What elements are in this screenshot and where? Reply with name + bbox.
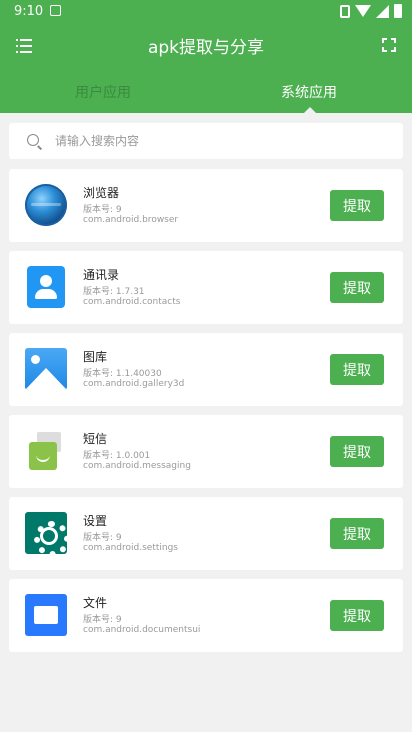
tab-bar: 用户应用 系统应用: [0, 78, 412, 113]
app-list-item[interactable]: 文件 版本号: 9 com.android.documentsui 提取: [9, 579, 403, 652]
app-list-item[interactable]: 通讯录 版本号: 1.7.31 com.android.contacts 提取: [9, 251, 403, 324]
extract-button[interactable]: 提取: [330, 354, 384, 385]
app-version: 版本号: 9: [83, 205, 122, 215]
app-package: com.android.settings: [83, 543, 178, 553]
extract-button[interactable]: 提取: [330, 600, 384, 631]
app-package: com.android.gallery3d: [83, 379, 185, 389]
vibrate-icon: [340, 4, 350, 18]
app-package: com.android.contacts: [83, 297, 181, 307]
app-version: 版本号: 1.0.001: [83, 451, 151, 461]
status-icons: [340, 4, 402, 18]
search-input[interactable]: [55, 131, 385, 151]
scan-icon[interactable]: [382, 38, 396, 52]
app-name: 浏览器: [83, 186, 120, 200]
app-package: com.android.browser: [83, 215, 179, 225]
signal-icon: [376, 4, 389, 18]
app-package: com.android.documentsui: [83, 625, 201, 635]
app-list-item[interactable]: 短信 版本号: 1.0.001 com.android.messaging 提取: [9, 415, 403, 488]
battery-icon: [394, 4, 402, 18]
toolbar: apk提取与分享: [0, 24, 412, 68]
tab-system-apps[interactable]: 系统应用: [206, 82, 412, 102]
wifi-icon: [355, 5, 371, 17]
app-name: 设置: [83, 514, 108, 528]
notification-icon: [50, 5, 61, 16]
page-title: apk提取与分享: [147, 38, 265, 58]
app-version: 版本号: 9: [83, 533, 122, 543]
app-name: 文件: [83, 596, 108, 610]
app-list-item[interactable]: 浏览器 版本号: 9 com.android.browser 提取: [9, 169, 403, 242]
app-name: 短信: [83, 432, 108, 446]
app-version: 版本号: 1.1.40030: [83, 369, 162, 379]
app-name: 通讯录: [83, 268, 120, 282]
app-bar: 9:10 apk提取与分享 用户应用 系统应用: [0, 0, 412, 113]
settings-gear-icon: [25, 512, 70, 557]
status-bar: 9:10: [0, 0, 412, 24]
browser-globe-icon: [25, 184, 67, 226]
status-time: 9:10: [14, 4, 44, 19]
app-version: 版本号: 9: [83, 615, 122, 625]
extract-button[interactable]: 提取: [330, 190, 384, 221]
gallery-icon: [25, 348, 67, 390]
search-bar: [9, 123, 403, 159]
app-package: com.android.messaging: [83, 461, 191, 471]
tab-user-apps[interactable]: 用户应用: [0, 82, 206, 102]
search-icon: [27, 134, 39, 146]
extract-button[interactable]: 提取: [330, 436, 384, 467]
tab-indicator: [304, 107, 316, 113]
extract-button[interactable]: 提取: [330, 518, 384, 549]
app-name: 图库: [83, 350, 108, 364]
files-folder-icon: [25, 594, 67, 636]
app-list-item[interactable]: 图库 版本号: 1.1.40030 com.android.gallery3d …: [9, 333, 403, 406]
extract-button[interactable]: 提取: [330, 272, 384, 303]
app-list-item[interactable]: 设置 版本号: 9 com.android.settings 提取: [9, 497, 403, 570]
contacts-icon: [27, 266, 65, 308]
app-version: 版本号: 1.7.31: [83, 287, 145, 297]
messaging-icon: [25, 430, 67, 472]
